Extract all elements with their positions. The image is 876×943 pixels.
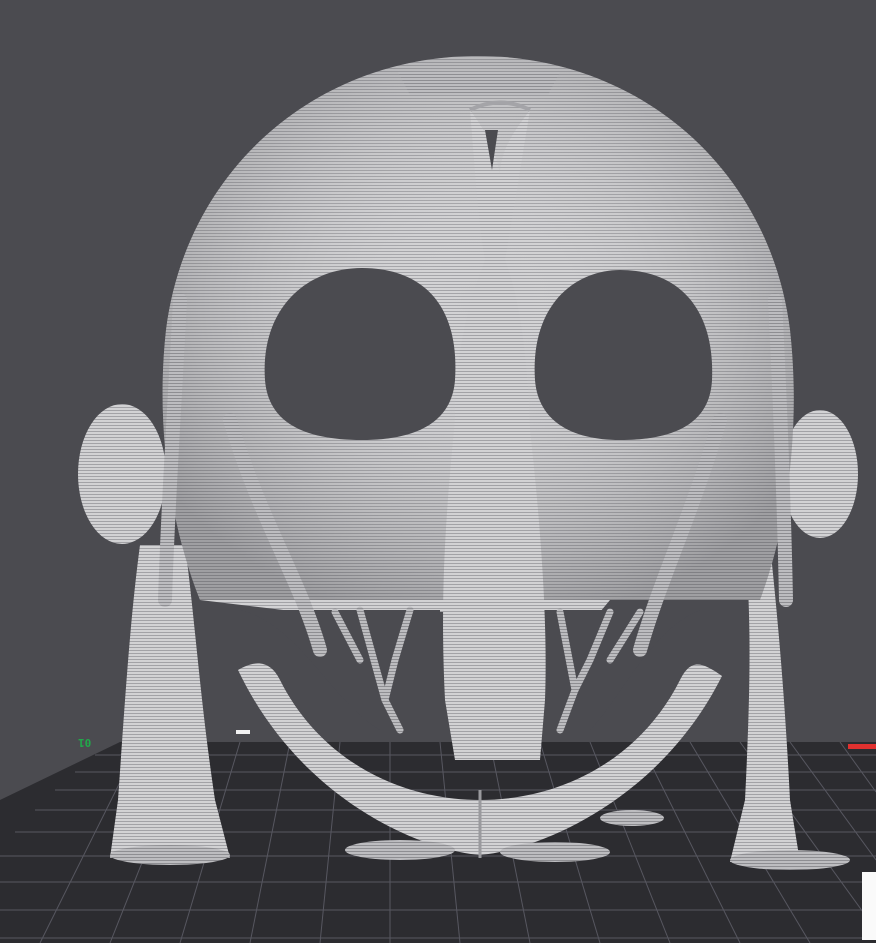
- left-ear: [78, 404, 166, 544]
- right-ear: [782, 410, 858, 538]
- right-eye-hole: [534, 270, 713, 440]
- origin-marker: [236, 730, 250, 734]
- y-axis-label: 01: [78, 736, 92, 749]
- 3d-viewport[interactable]: 01: [0, 0, 876, 943]
- scene[interactable]: [0, 0, 876, 943]
- ruler-icon[interactable]: [862, 872, 876, 940]
- x-axis-indicator: [848, 744, 876, 749]
